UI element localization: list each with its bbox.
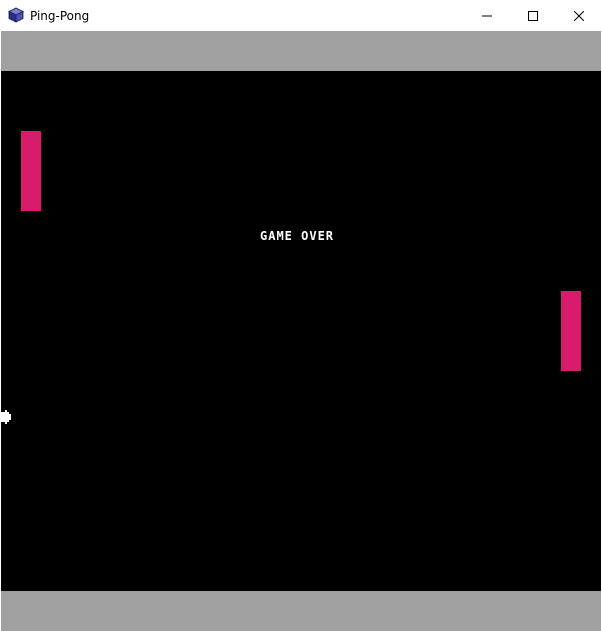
maximize-icon xyxy=(528,10,538,21)
top-wall xyxy=(1,31,601,71)
left-paddle xyxy=(21,131,41,211)
maximize-button[interactable] xyxy=(510,0,556,31)
title-bar[interactable]: Ping-Pong xyxy=(0,0,602,31)
cube-app-icon xyxy=(8,7,24,23)
game-canvas[interactable]: GAME OVER xyxy=(1,31,601,631)
close-icon xyxy=(574,10,584,21)
game-over-text: GAME OVER xyxy=(260,229,335,243)
close-button[interactable] xyxy=(556,0,602,31)
window-title: Ping-Pong xyxy=(30,9,90,23)
right-paddle xyxy=(561,291,581,371)
minimize-icon xyxy=(482,15,492,16)
minimize-button[interactable] xyxy=(464,0,510,31)
ball xyxy=(1,410,11,424)
app-window: Ping-Pong GAME OVER xyxy=(0,0,602,631)
bottom-wall xyxy=(1,591,601,631)
